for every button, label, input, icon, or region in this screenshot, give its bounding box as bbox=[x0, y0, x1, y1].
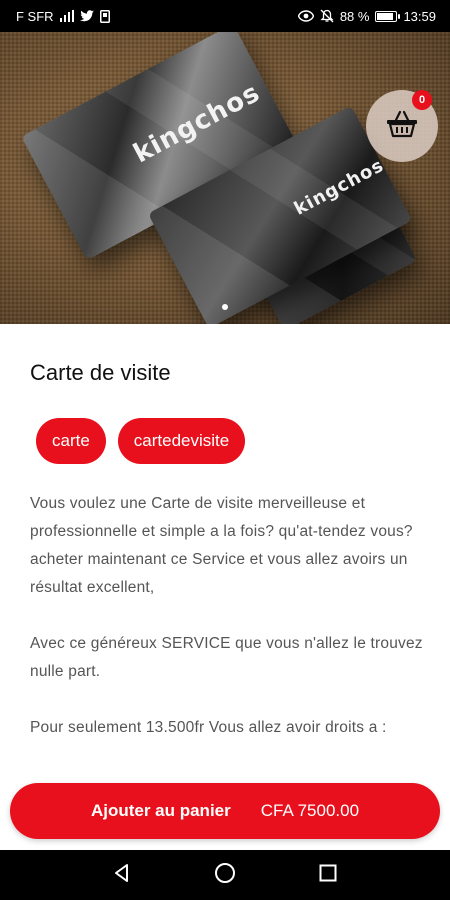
basket-icon bbox=[386, 110, 418, 143]
twitter-icon bbox=[79, 9, 94, 23]
back-triangle-icon bbox=[112, 863, 132, 888]
recents-square-icon bbox=[319, 864, 337, 887]
signal-icon bbox=[59, 9, 74, 23]
description-paragraph: Vous voulez une Carte de visite merveill… bbox=[30, 495, 413, 596]
battery-percent: 88 % bbox=[339, 8, 370, 24]
recents-button[interactable] bbox=[313, 860, 343, 890]
description-paragraph: Avec ce généreux SERVICE que vous n'alle… bbox=[30, 635, 423, 680]
home-circle-icon bbox=[214, 862, 236, 889]
carrier-label: F SFR bbox=[16, 8, 54, 24]
add-to-cart-label: Ajouter au panier bbox=[90, 801, 231, 820]
tag-chip[interactable]: carte bbox=[36, 418, 106, 464]
clock: 13:59 bbox=[403, 8, 436, 24]
battery-icon bbox=[375, 10, 401, 22]
product-description: Vous voulez une Carte de visite merveill… bbox=[30, 490, 426, 770]
bell-off-icon bbox=[320, 9, 334, 23]
price-label: CFA 7500.00 bbox=[260, 801, 360, 820]
status-bar: F SFR 88 % 13:59 bbox=[0, 0, 450, 32]
add-to-cart-button[interactable]: Ajouter au panier CFA 7500.00 bbox=[10, 783, 440, 839]
product-image-carousel[interactable]: kingchos kingchos 0 bbox=[0, 32, 450, 324]
system-nav-bar bbox=[0, 850, 450, 900]
eye-icon bbox=[297, 9, 314, 23]
home-button[interactable] bbox=[210, 860, 240, 890]
description-paragraph: Pour seulement 13.500fr Vous allez avoir… bbox=[30, 719, 387, 736]
carousel-dot[interactable] bbox=[222, 304, 228, 310]
cart-button[interactable]: 0 bbox=[366, 90, 438, 162]
back-button[interactable] bbox=[107, 860, 137, 890]
carousel-indicator bbox=[0, 304, 450, 310]
product-title: Carte de visite bbox=[30, 360, 171, 385]
cart-count-badge: 0 bbox=[412, 90, 432, 110]
nfc-icon bbox=[99, 9, 110, 23]
tag-list: carte cartedevisite bbox=[36, 418, 246, 464]
tag-chip[interactable]: cartedevisite bbox=[117, 418, 246, 464]
